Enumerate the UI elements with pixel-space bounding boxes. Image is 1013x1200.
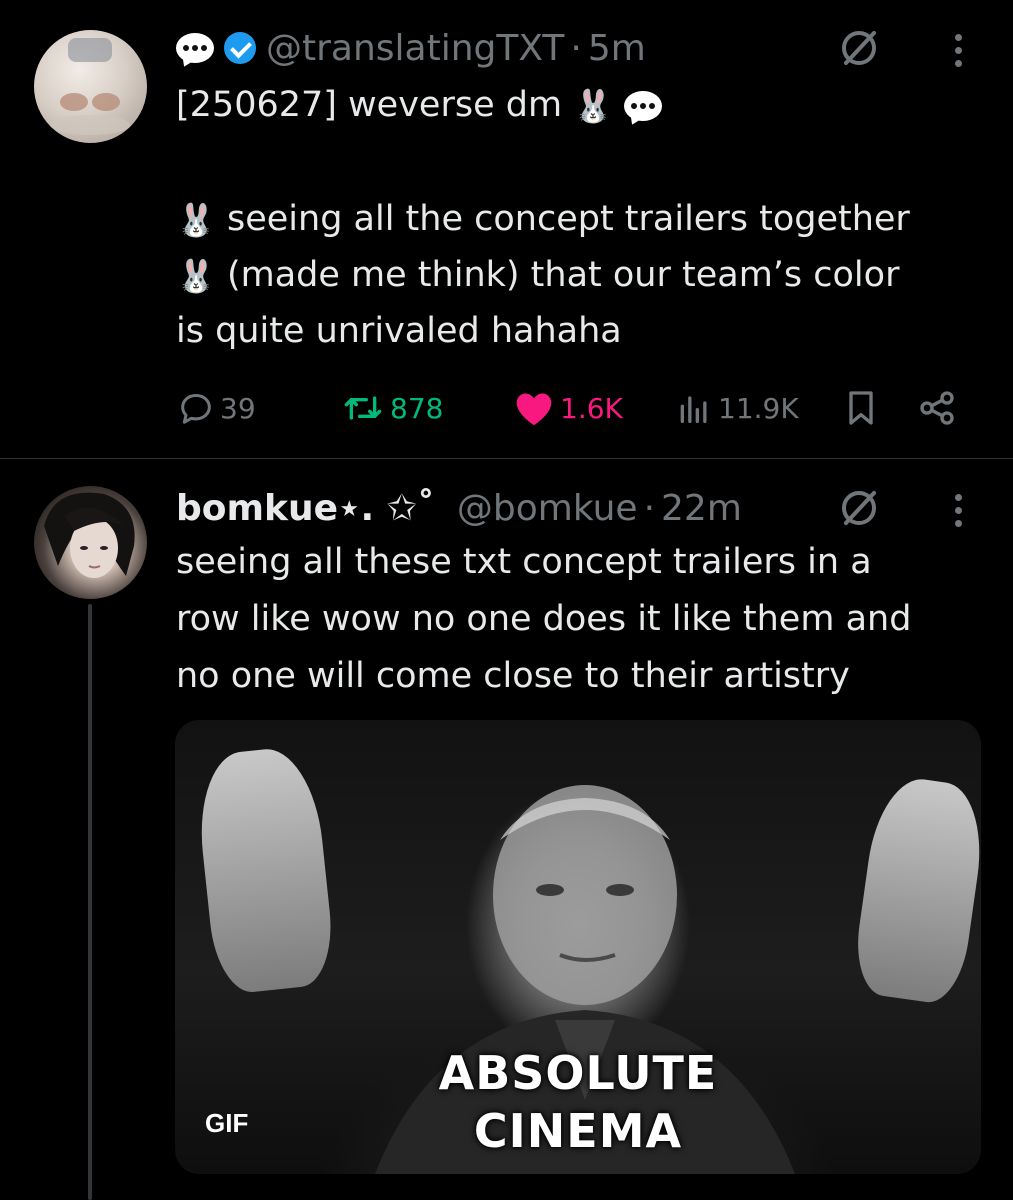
views-button[interactable]: 11.9K bbox=[674, 386, 799, 430]
tweet-action-bar: 39 878 1.6K 11.9K bbox=[0, 386, 1013, 430]
more-icon[interactable] bbox=[951, 30, 965, 74]
thread-connector bbox=[88, 604, 92, 1200]
share-icon bbox=[920, 391, 954, 425]
views-icon bbox=[680, 396, 707, 423]
rabbit-face-icon: 🐰 bbox=[176, 257, 216, 295]
reply-count: 39 bbox=[220, 391, 256, 425]
tweet-header: bomkue⋆. ✩˚ @bomkue · 22m bbox=[176, 484, 742, 532]
repost-button[interactable]: 878 bbox=[340, 386, 443, 430]
avatar[interactable] bbox=[34, 486, 147, 599]
gif-caption-line: CINEMA bbox=[473, 1104, 683, 1158]
more-icon[interactable] bbox=[951, 490, 965, 534]
grok-icon[interactable] bbox=[838, 27, 880, 69]
verified-badge-icon bbox=[224, 32, 256, 64]
repost-icon bbox=[344, 396, 382, 420]
timestamp[interactable]: 22m bbox=[661, 488, 742, 529]
like-button[interactable]: 1.6K bbox=[512, 386, 623, 430]
tweet-header: @translatingTXT · 5m bbox=[176, 24, 646, 72]
speech-bubble-icon bbox=[176, 33, 214, 63]
separator-dot: · bbox=[570, 27, 582, 69]
timestamp[interactable]: 5m bbox=[588, 28, 646, 69]
rabbit-face-icon: 🐰 bbox=[176, 201, 216, 239]
grok-icon[interactable] bbox=[838, 487, 880, 529]
tweet-body-text: seeing all the concept trailers together bbox=[226, 199, 910, 239]
rabbit-face-icon: 🐰 bbox=[573, 87, 614, 125]
gif-caption-line: ABSOLUTE bbox=[438, 1046, 718, 1100]
display-name[interactable]: bomkue⋆. ✩˚ bbox=[176, 488, 435, 529]
tweet-translatingtxt[interactable]: @translatingTXT · 5m [250627] weverse dm… bbox=[0, 0, 1013, 459]
tweet-body-text: (made me think) that our team’s color bbox=[226, 255, 900, 295]
avatar-image bbox=[44, 492, 135, 578]
like-icon bbox=[516, 393, 552, 426]
reply-icon bbox=[181, 394, 211, 424]
separator-dot: · bbox=[643, 487, 656, 529]
avatar[interactable] bbox=[34, 30, 147, 143]
reply-button[interactable]: 39 bbox=[176, 386, 256, 430]
tweet-title-line: [250627] weverse dm 🐰 bbox=[176, 76, 663, 134]
tweet-body-line: 🐰 (made me think) that our team’s color bbox=[176, 246, 899, 304]
bookmark-icon bbox=[849, 391, 873, 425]
tweet-body-line: is quite unrivaled hahaha bbox=[176, 311, 622, 351]
speech-bubble-icon bbox=[624, 91, 663, 121]
view-count: 11.9K bbox=[718, 391, 799, 425]
avatar-image bbox=[50, 38, 130, 135]
tweet-body-text: seeing all these txt concept trailers in… bbox=[176, 542, 912, 696]
user-handle[interactable]: @bomkue bbox=[457, 488, 638, 529]
tweet-title-text: [250627] weverse dm bbox=[176, 85, 563, 125]
tweet-body-line: 🐰 seeing all the concept trailers togeth… bbox=[176, 190, 910, 248]
bookmark-button[interactable] bbox=[843, 386, 883, 430]
repost-count: 878 bbox=[390, 391, 444, 425]
share-button[interactable] bbox=[917, 386, 961, 430]
gif-media[interactable]: ABSOLUTE CINEMA GIF bbox=[175, 720, 981, 1174]
like-count: 1.6K bbox=[560, 391, 623, 425]
gif-badge: GIF bbox=[205, 1108, 249, 1138]
user-handle[interactable]: @translatingTXT bbox=[266, 28, 564, 69]
